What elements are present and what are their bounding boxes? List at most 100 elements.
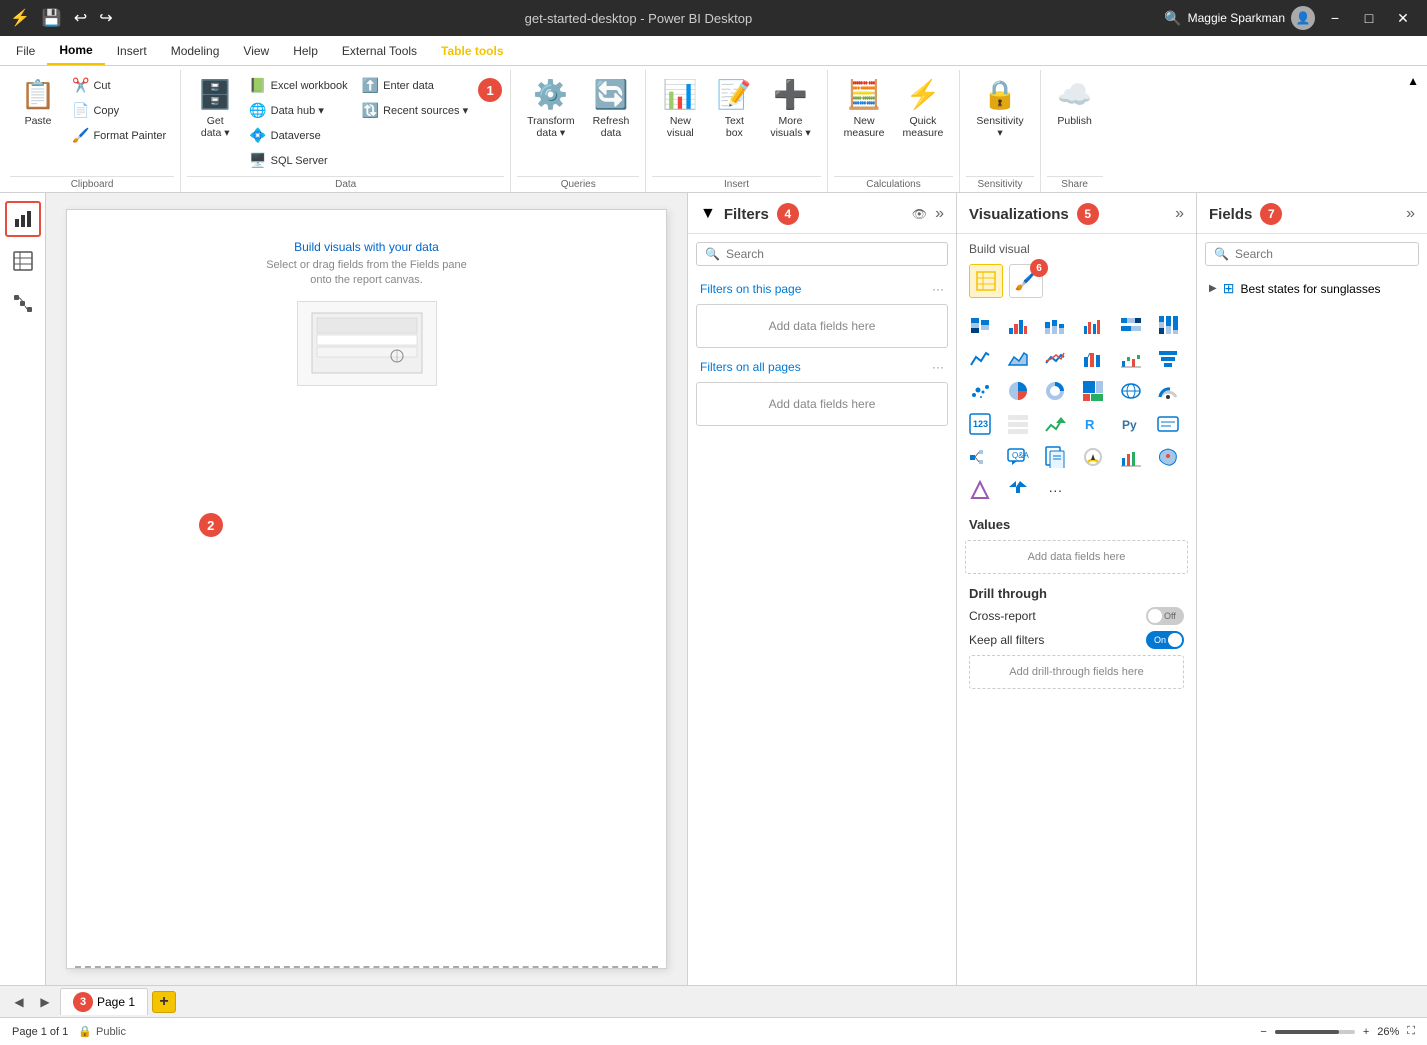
- viz-pie[interactable]: [1003, 376, 1033, 406]
- menu-table-tools[interactable]: Table tools: [429, 36, 515, 65]
- viz-area[interactable]: [1003, 343, 1033, 373]
- viz-bar-chart-2[interactable]: [1116, 442, 1146, 472]
- viz-expand-icon[interactable]: »: [1175, 205, 1184, 223]
- enter-data-button[interactable]: ⬆️Enter data: [356, 74, 474, 97]
- tab-page-1[interactable]: 3 Page 1: [60, 988, 148, 1015]
- menu-file[interactable]: File: [4, 36, 47, 65]
- public-badge[interactable]: 🔒 Public: [78, 1025, 126, 1038]
- tab-prev-button[interactable]: ◀: [8, 991, 30, 1013]
- viz-stacked-bar[interactable]: [965, 310, 995, 340]
- viz-ribbon[interactable]: [1078, 343, 1108, 373]
- viz-funnel[interactable]: [1153, 343, 1183, 373]
- excel-workbook-button[interactable]: 📗Excel workbook: [243, 74, 353, 97]
- filters-on-all-more-icon[interactable]: ···: [932, 360, 944, 374]
- cut-button[interactable]: ✂️Cut: [66, 74, 172, 97]
- publish-button[interactable]: ☁️ Publish: [1049, 74, 1101, 142]
- menu-view[interactable]: View: [231, 36, 281, 65]
- user-avatar[interactable]: 👤: [1291, 6, 1315, 30]
- new-visual-button[interactable]: 📊 Newvisual: [654, 74, 706, 142]
- filter-eye-icon[interactable]: 👁: [912, 207, 927, 221]
- fields-search-input[interactable]: [1235, 247, 1410, 261]
- viz-stacked-col[interactable]: [1040, 310, 1070, 340]
- viz-more[interactable]: [1003, 475, 1033, 505]
- viz-decomp-tree[interactable]: [965, 442, 995, 472]
- sensitivity-button[interactable]: 🔒 Sensitivity▾: [968, 74, 1031, 142]
- copy-button[interactable]: 📄Copy: [66, 99, 172, 122]
- menu-insert[interactable]: Insert: [105, 36, 159, 65]
- sidebar-data-icon[interactable]: [5, 243, 41, 279]
- fit-page-icon[interactable]: ⛶: [1407, 1025, 1415, 1038]
- drill-drop-area[interactable]: Add drill-through fields here: [969, 655, 1184, 689]
- viz-ellipsis[interactable]: ···: [1040, 475, 1070, 505]
- viz-qa[interactable]: Q&A: [1003, 442, 1033, 472]
- viz-scatter[interactable]: [965, 376, 995, 406]
- add-page-button[interactable]: +: [152, 991, 176, 1013]
- undo-icon[interactable]: ↩: [74, 8, 87, 28]
- viz-map[interactable]: [1116, 376, 1146, 406]
- viz-kpi[interactable]: [1040, 409, 1070, 439]
- save-icon[interactable]: 💾: [42, 8, 62, 28]
- paste-button[interactable]: 📋 Paste: [12, 74, 64, 142]
- user-name[interactable]: Maggie Sparkman: [1188, 11, 1285, 25]
- viz-r-script[interactable]: R: [1078, 409, 1108, 439]
- viz-waterfall[interactable]: [1116, 343, 1146, 373]
- refresh-data-button[interactable]: 🔄 Refreshdata: [585, 74, 638, 142]
- menu-external-tools[interactable]: External Tools: [330, 36, 429, 65]
- recent-sources-button[interactable]: 🔃Recent sources ▾: [356, 99, 474, 122]
- cross-report-toggle[interactable]: Off: [1146, 607, 1184, 625]
- viz-smart-narrative[interactable]: [1153, 409, 1183, 439]
- sql-server-button[interactable]: 🖥️SQL Server: [243, 149, 353, 172]
- keep-filters-toggle[interactable]: On: [1146, 631, 1184, 649]
- field-table-best-states[interactable]: ▶ ⊞ Best states for sunglasses: [1197, 274, 1427, 303]
- viz-100-stacked-bar[interactable]: [1116, 310, 1146, 340]
- new-measure-button[interactable]: 🧮 Newmeasure: [836, 74, 893, 142]
- viz-paginated[interactable]: [1040, 442, 1070, 472]
- viz-card[interactable]: 123: [965, 409, 995, 439]
- transform-data-button[interactable]: ⚙️ Transformdata ▾: [519, 74, 582, 142]
- viz-python[interactable]: Py: [1116, 409, 1146, 439]
- viz-gauge-2[interactable]: [1078, 442, 1108, 472]
- fields-search-box[interactable]: 🔍: [1205, 242, 1419, 266]
- tab-next-button[interactable]: ▶: [34, 991, 56, 1013]
- sidebar-report-icon[interactable]: [5, 201, 41, 237]
- data-hub-button[interactable]: 🌐Data hub ▾: [243, 99, 353, 122]
- viz-multi-row-card[interactable]: [1003, 409, 1033, 439]
- viz-donut[interactable]: [1040, 376, 1070, 406]
- viz-line-clustered[interactable]: [1040, 343, 1070, 373]
- filters-on-page-drop[interactable]: Add data fields here: [696, 304, 948, 348]
- dataverse-button[interactable]: 💠Dataverse: [243, 124, 353, 147]
- zoom-plus-icon[interactable]: +: [1363, 1026, 1369, 1038]
- filters-search-box[interactable]: 🔍: [696, 242, 948, 266]
- viz-gauge[interactable]: [1153, 376, 1183, 406]
- viz-shape[interactable]: [965, 475, 995, 505]
- more-visuals-button[interactable]: ➕ Morevisuals ▾: [762, 74, 818, 142]
- quick-measure-button[interactable]: ⚡ Quickmeasure: [895, 74, 952, 142]
- menu-help[interactable]: Help: [281, 36, 330, 65]
- report-page[interactable]: Build visuals with your data Select or d…: [66, 209, 667, 969]
- close-button[interactable]: ✕: [1389, 4, 1417, 32]
- viz-format-icon[interactable]: 🖌️ 6: [1009, 264, 1043, 298]
- viz-clustered-bar[interactable]: [1003, 310, 1033, 340]
- viz-treemap[interactable]: [1078, 376, 1108, 406]
- text-box-button[interactable]: 📝 Textbox: [708, 74, 760, 142]
- fields-expand-icon[interactable]: »: [1406, 205, 1415, 223]
- zoom-slider[interactable]: [1275, 1030, 1355, 1034]
- zoom-minus-icon[interactable]: −: [1260, 1026, 1266, 1038]
- filters-on-page-more-icon[interactable]: ···: [932, 282, 944, 296]
- ribbon-collapse-button[interactable]: ▲: [1403, 70, 1423, 92]
- minimize-button[interactable]: −: [1321, 4, 1349, 32]
- filters-on-all-drop[interactable]: Add data fields here: [696, 382, 948, 426]
- menu-home[interactable]: Home: [47, 36, 104, 65]
- get-data-button[interactable]: 🗄️ Getdata ▾: [189, 74, 241, 142]
- sidebar-model-icon[interactable]: [5, 285, 41, 321]
- filter-expand-icon[interactable]: »: [935, 205, 944, 223]
- viz-line[interactable]: [965, 343, 995, 373]
- menu-modeling[interactable]: Modeling: [159, 36, 232, 65]
- viz-values-drop[interactable]: Add data fields here: [965, 540, 1188, 574]
- viz-table-icon[interactable]: [969, 264, 1003, 298]
- filters-search-input[interactable]: [726, 247, 939, 261]
- viz-filled-map[interactable]: [1153, 442, 1183, 472]
- format-painter-button[interactable]: 🖌️Format Painter: [66, 124, 172, 147]
- viz-clustered-col[interactable]: [1078, 310, 1108, 340]
- redo-icon[interactable]: ↪: [99, 8, 112, 28]
